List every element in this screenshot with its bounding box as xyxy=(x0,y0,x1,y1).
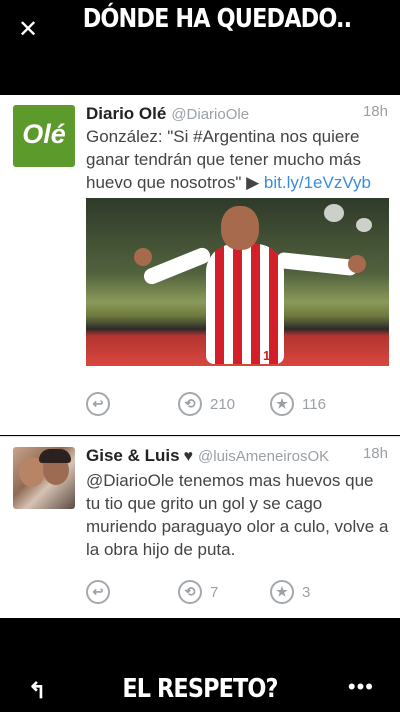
meme-top-caption: DÓNDE HA QUEDADO.. xyxy=(82,4,352,34)
player-arm xyxy=(141,245,213,287)
star-icon: ★ xyxy=(270,580,294,604)
reply-button[interactable]: ↩ xyxy=(86,579,110,605)
reply-icon: ↩ xyxy=(86,392,110,416)
share-icon[interactable]: ↰ xyxy=(28,678,46,704)
tweet-actions: ↩ ⟲ 210 ★ 116 xyxy=(86,391,390,417)
link-arrow-icon: ▶ xyxy=(246,173,260,192)
author-name[interactable]: Gise & Luis xyxy=(86,446,180,465)
favorite-count: 116 xyxy=(302,395,326,413)
avatar[interactable] xyxy=(13,447,75,509)
tweet-time: 18h xyxy=(362,103,388,120)
avatar-hair xyxy=(39,449,71,463)
player-jersey xyxy=(206,244,284,364)
author-name[interactable]: Diario Olé xyxy=(86,104,166,123)
favorite-button[interactable]: ★ 3 xyxy=(270,579,310,605)
stadium-light xyxy=(324,204,344,222)
player-hand xyxy=(348,255,366,273)
tweet-time: 18h xyxy=(362,445,388,462)
retweet-icon: ⟲ xyxy=(178,392,202,416)
author-handle[interactable]: @luisAmeneirosOK xyxy=(198,448,329,465)
tweet-header: Diario Olé @DiarioOle xyxy=(86,103,390,126)
retweet-count: 7 xyxy=(210,583,219,601)
retweet-count: 210 xyxy=(210,395,236,413)
heart-icon: ♥ xyxy=(183,448,194,465)
tweet-photo[interactable]: 10 xyxy=(86,198,389,366)
avatar-logo-text: Olé xyxy=(22,119,66,149)
reply-icon: ↩ xyxy=(86,580,110,604)
jersey-number: 10 xyxy=(263,348,278,363)
tweet-header: Gise & Luis ♥ @luisAmeneirosOK xyxy=(86,445,390,468)
tweet-text: @DiarioOle tenemos mas huevos que tu tio… xyxy=(86,471,389,559)
player-head xyxy=(221,206,259,250)
author-handle[interactable]: @DiarioOle xyxy=(171,106,249,123)
tweet-card[interactable]: Olé Diario Olé @DiarioOle 18h González: "… xyxy=(0,95,400,435)
tweet-actions: ↩ ⟲ 7 ★ 3 xyxy=(86,579,390,605)
retweet-button[interactable]: ⟲ 210 xyxy=(178,391,235,417)
retweet-button[interactable]: ⟲ 7 xyxy=(178,579,218,605)
favorite-button[interactable]: ★ 116 xyxy=(270,391,326,417)
more-options-icon[interactable]: ••• xyxy=(348,674,374,700)
avatar[interactable]: Olé xyxy=(13,105,75,167)
stadium-light xyxy=(356,218,372,232)
tweet-text: González: "Si #Argentina nos quiere gana… xyxy=(86,125,390,194)
tweet-link[interactable]: bit.ly/1eVzVyb xyxy=(264,173,371,192)
top-bar: ✕ DÓNDE HA QUEDADO.. xyxy=(0,0,400,95)
bottom-bar: ↰ EL RESPETO? ••• xyxy=(0,618,400,712)
player-hand xyxy=(134,248,152,266)
retweet-icon: ⟲ xyxy=(178,580,202,604)
meme-bottom-caption: EL RESPETO? xyxy=(122,674,278,704)
player-arm xyxy=(275,251,359,277)
tweet-card[interactable]: Gise & Luis ♥ @luisAmeneirosOK 18h @Diario… xyxy=(0,436,400,618)
reply-button[interactable]: ↩ xyxy=(86,391,110,417)
close-icon[interactable]: ✕ xyxy=(16,18,40,42)
star-icon: ★ xyxy=(270,392,294,416)
favorite-count: 3 xyxy=(302,583,311,601)
